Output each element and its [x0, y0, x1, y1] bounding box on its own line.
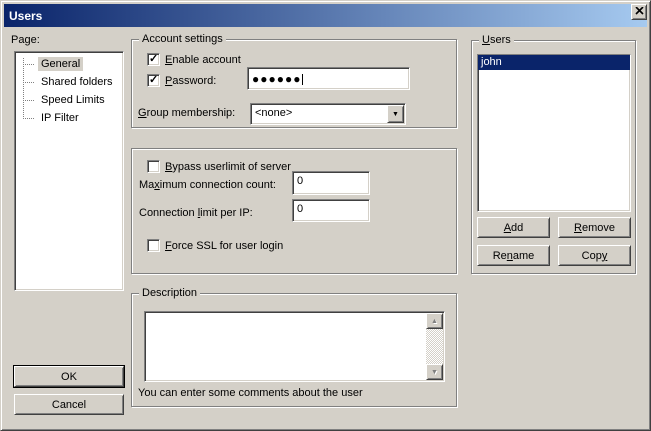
password-checkbox[interactable]: [147, 74, 160, 87]
rename-button[interactable]: Rename: [477, 245, 550, 266]
ok-button-label: OK: [61, 371, 77, 383]
tree-stub-icon: [23, 100, 34, 101]
tree-stub-icon: [23, 64, 34, 65]
tree-item-label: IP Filter: [38, 111, 82, 125]
arrow-up-icon: ▲: [431, 318, 438, 325]
max-connection-value: 0: [297, 175, 303, 187]
tree-stub-icon: [23, 118, 34, 119]
max-connection-input[interactable]: 0: [292, 171, 370, 195]
rename-button-label: Rename: [493, 250, 535, 262]
ok-button[interactable]: OK: [14, 366, 124, 387]
add-button-label: Add: [504, 222, 524, 234]
text-caret: [302, 74, 303, 85]
connection-per-ip-input[interactable]: 0: [292, 199, 370, 222]
description-group: Description ▲ ▼ You can enter some comme…: [131, 293, 457, 407]
description-hint: You can enter some comments about the us…: [138, 387, 363, 399]
force-ssl-checkbox[interactable]: [147, 239, 160, 252]
max-connection-label: Maximum connection count:: [139, 179, 276, 191]
connection-per-ip-label: Connection limit per IP:: [139, 207, 253, 219]
scroll-up-button[interactable]: ▲: [426, 313, 443, 329]
force-ssl-label: Force SSL for user login: [165, 240, 283, 252]
group-membership-dropdown[interactable]: <none> ▼: [250, 103, 406, 125]
tree-item-shared-folders[interactable]: Shared folders: [15, 74, 123, 92]
users-caption: Users: [479, 34, 514, 46]
close-icon: [635, 6, 644, 18]
close-button[interactable]: [631, 4, 647, 20]
add-button[interactable]: Add: [477, 217, 550, 238]
account-settings-group: Account settings Enable account Password…: [131, 39, 457, 128]
tree-item-label: General: [38, 57, 83, 71]
copy-button-label: Copy: [582, 250, 608, 262]
description-caption: Description: [139, 287, 200, 299]
page-label: Page:: [11, 34, 40, 46]
remove-button-label: Remove: [574, 222, 615, 234]
dropdown-arrow-button[interactable]: ▼: [387, 105, 404, 123]
enable-account-checkbox[interactable]: [147, 53, 160, 66]
window-title: Users: [9, 9, 42, 23]
tree-item-label: Shared folders: [38, 75, 116, 89]
group-membership-label: Group membership:: [138, 107, 235, 119]
password-value: ●●●●●●: [252, 72, 302, 86]
account-settings-caption: Account settings: [139, 33, 226, 45]
arrow-down-icon: ▼: [431, 369, 438, 376]
users-group: Users john Add Remove Rename Copy: [471, 40, 636, 274]
page-tree[interactable]: General Shared folders Speed Limits IP F…: [14, 51, 124, 291]
enable-account-label: Enable account: [165, 54, 241, 66]
tree-stub-icon: [23, 82, 34, 83]
group-membership-value: <none>: [255, 107, 292, 119]
title-bar[interactable]: Users: [4, 4, 647, 27]
copy-button[interactable]: Copy: [558, 245, 631, 266]
connection-limits-group: Bypass userlimit of server Maximum conne…: [131, 148, 457, 274]
users-dialog: Users Page: General Shared folders Speed…: [0, 0, 651, 431]
connection-per-ip-value: 0: [297, 203, 303, 215]
user-list-item[interactable]: john: [478, 55, 630, 70]
password-label: Password:: [165, 75, 216, 87]
users-listbox[interactable]: john: [477, 54, 631, 212]
tree-item-general[interactable]: General: [15, 56, 123, 74]
tree-item-ip-filter[interactable]: IP Filter: [15, 110, 123, 128]
tree-item-label: Speed Limits: [38, 93, 108, 107]
cancel-button[interactable]: Cancel: [14, 394, 124, 415]
description-textarea[interactable]: ▲ ▼: [144, 311, 445, 382]
scroll-down-button[interactable]: ▼: [426, 364, 443, 380]
bypass-userlimit-checkbox[interactable]: [147, 160, 160, 173]
bypass-userlimit-label: Bypass userlimit of server: [165, 161, 291, 173]
password-input[interactable]: ●●●●●●: [247, 67, 410, 90]
remove-button[interactable]: Remove: [558, 217, 631, 238]
cancel-button-label: Cancel: [52, 399, 86, 411]
chevron-down-icon: ▼: [392, 111, 399, 118]
description-scrollbar[interactable]: ▲ ▼: [426, 313, 443, 380]
tree-item-speed-limits[interactable]: Speed Limits: [15, 92, 123, 110]
